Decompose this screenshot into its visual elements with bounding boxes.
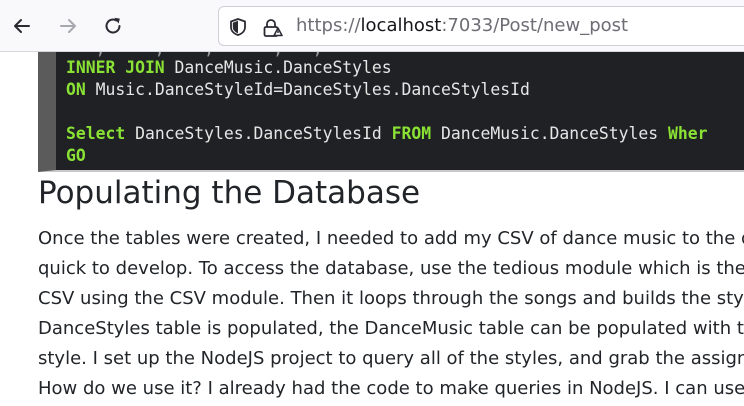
code-text: DanceStyles.DanceStylesId [125,124,392,143]
code-keyword: INNER JOIN [66,58,165,77]
code-line-3: Select DanceStyles.DanceStylesId FROM Da… [66,123,707,145]
back-button[interactable] [6,10,38,42]
paragraph-line: style. I set up the NodeJS project to qu… [38,348,744,369]
paragraph-line: How do we use it? I already had the code… [38,378,744,399]
code-line-2: ON Music.DanceStyleId=DanceStyles.DanceS… [66,79,530,101]
code-keyword: FROM [391,124,432,143]
page-content: , , , , , INNER JOIN DanceMusic.DanceSty… [0,52,744,406]
lock-icon[interactable] [261,17,283,39]
paragraph-line: Once the tables were created, I needed t… [38,228,744,249]
paragraph-line: DanceStyles table is populated, the Danc… [38,318,744,339]
code-block: , , , , , INNER JOIN DanceMusic.DanceSty… [38,52,744,172]
code-line-4: GO [66,145,86,167]
code-text: DanceMusic.DanceStyles [164,58,392,77]
url-text[interactable]: https://localhost:7033/Post/new_post [296,15,628,37]
section-heading: Populating the Database [38,175,421,211]
forward-button[interactable] [52,10,84,42]
url-host: localhost [360,15,442,36]
url-bar[interactable]: https://localhost:7033/Post/new_post [218,6,744,46]
url-scheme: https:// [296,15,361,36]
code-text: DanceMusic.DanceStyles [431,124,668,143]
reload-icon [105,17,121,34]
browser-toolbar: https://localhost:7033/Post/new_post [0,0,744,52]
code-keyword: Select [66,124,126,143]
code-keyword: GO [66,146,86,165]
arrow-right-icon [60,19,76,33]
paragraph-line: CSV using the CSV module. Then it loops … [38,288,744,309]
code-line-1: INNER JOIN DanceMusic.DanceStyles [66,57,392,79]
code-keyword: ON [66,80,86,99]
paragraph-line: quick to develop. To access the database… [38,258,744,279]
url-path: :7033/Post/new_post [441,15,629,36]
code-keyword: Wher [667,124,708,143]
reload-button[interactable] [97,10,129,42]
arrow-left-icon [14,19,30,33]
code-text: Music.DanceStyleId=DanceStyles.DanceStyl… [85,80,530,99]
shield-icon[interactable] [228,17,248,37]
